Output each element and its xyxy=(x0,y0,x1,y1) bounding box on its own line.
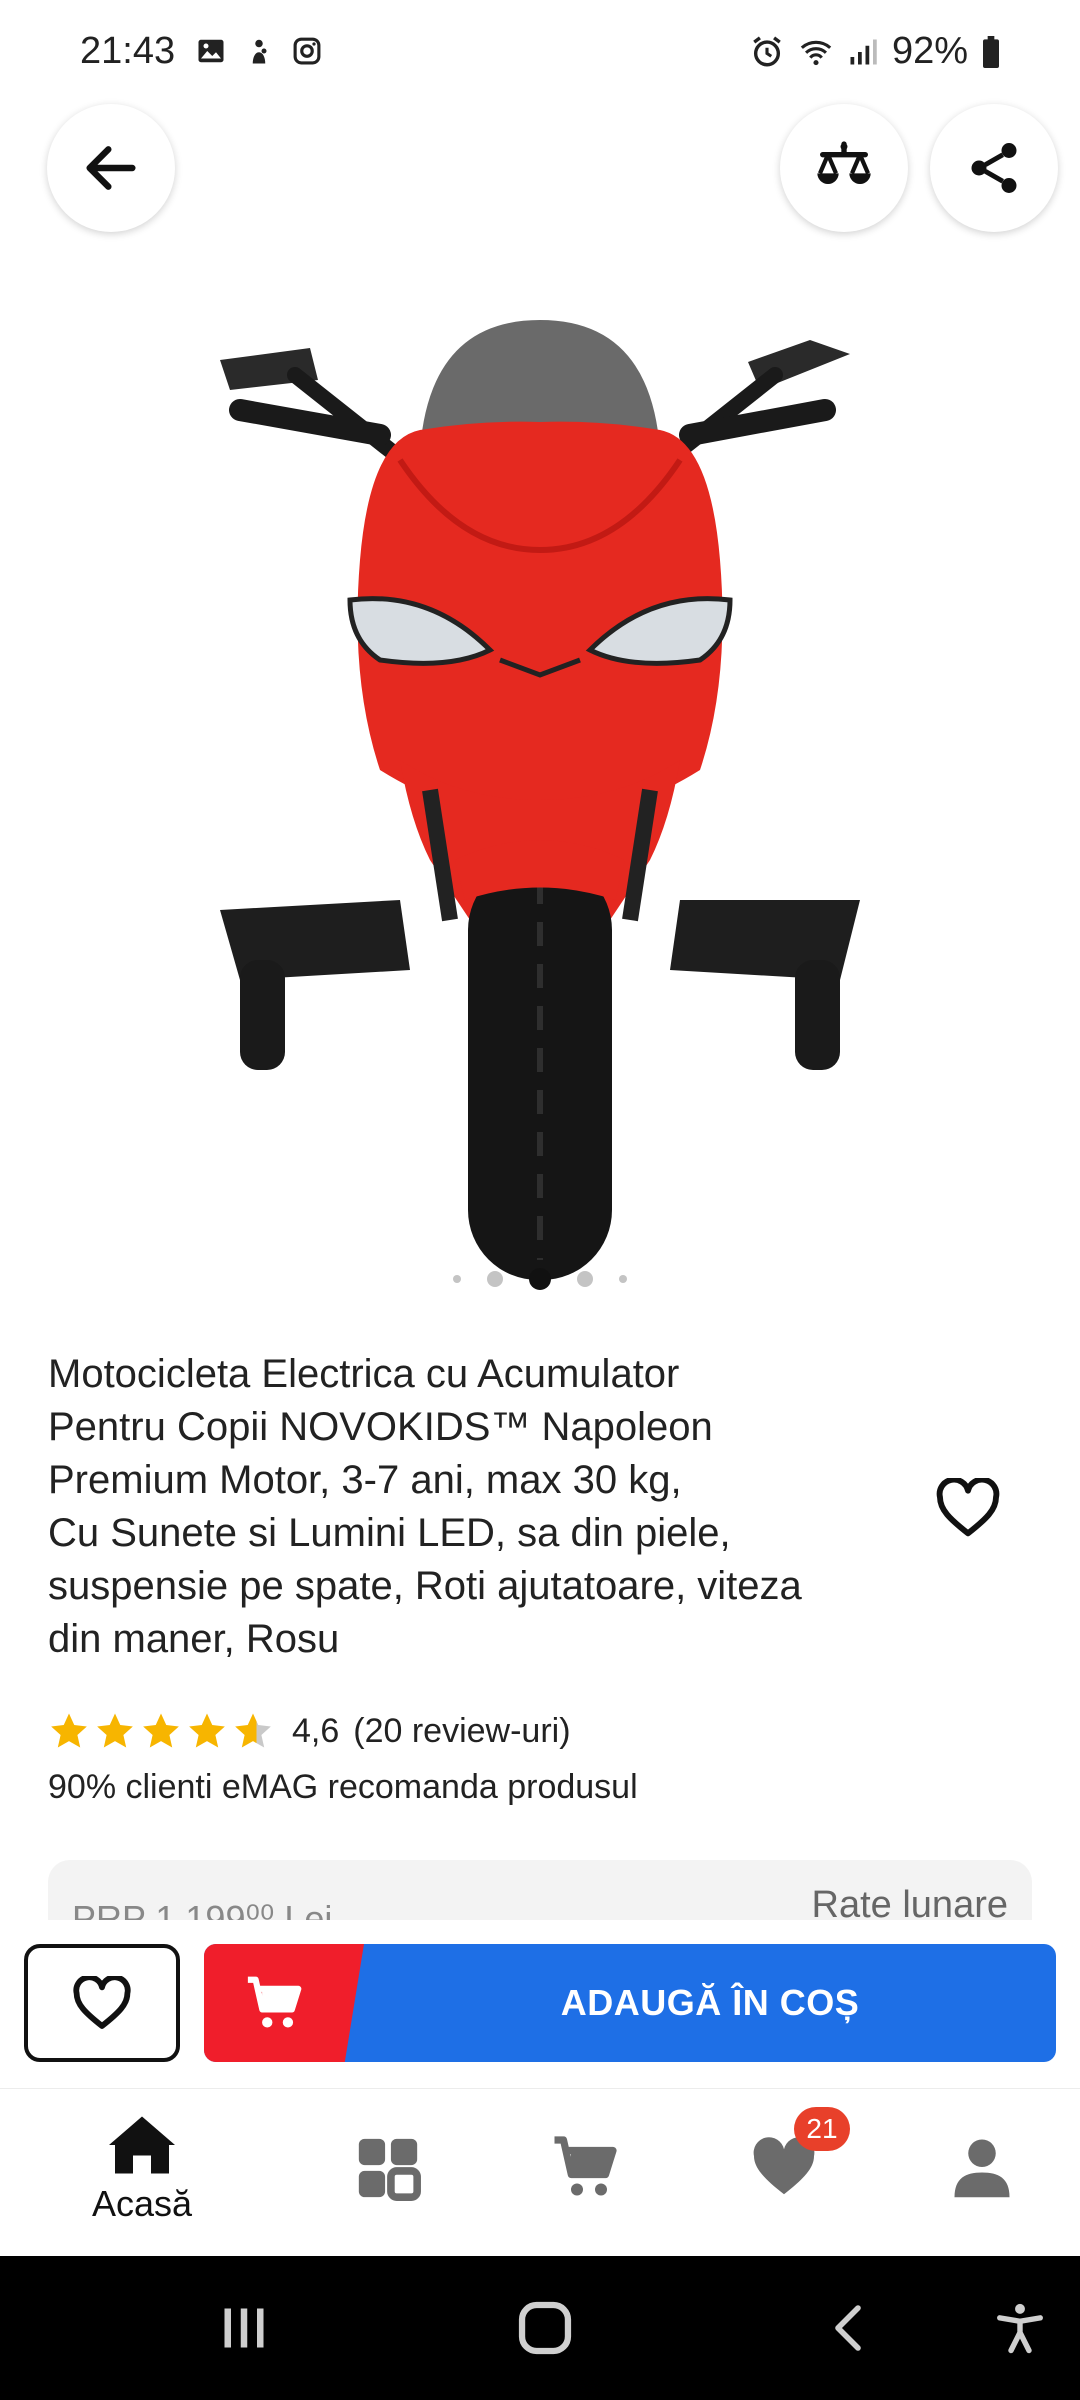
chevron-left-icon xyxy=(835,2305,861,2351)
star-partial-icon xyxy=(235,1713,271,1748)
rating-count[interactable]: (20 review-uri) xyxy=(353,1712,570,1751)
product-title-line: Cu Sunete si Lumini LED, sa din piele, xyxy=(48,1511,731,1555)
motorcycle-image xyxy=(220,320,860,1280)
product-title-line: Premium Motor, 3-7 ani, max 30 kg, xyxy=(48,1458,682,1502)
add-to-cart-label: ADAUGĂ ÎN COȘ xyxy=(560,1982,860,2023)
back-button[interactable] xyxy=(47,104,175,232)
home-square-icon xyxy=(518,2301,572,2355)
cart-icon xyxy=(554,2136,617,2196)
battery-icon xyxy=(983,35,999,68)
carousel-dot[interactable] xyxy=(577,1271,593,1287)
scale-compare-icon xyxy=(817,141,871,184)
gallery-icon xyxy=(198,39,224,63)
add-to-cart-button[interactable]: ADAUGĂ ÎN COȘ xyxy=(204,1944,1056,2062)
carousel-dot[interactable] xyxy=(487,1271,503,1287)
favorite-toggle-button[interactable] xyxy=(930,1470,1006,1546)
recommend-text: 90% clienti eMAG recomanda produsul xyxy=(48,1768,638,1806)
add-to-favorites-button[interactable] xyxy=(24,1944,180,2062)
home-icon xyxy=(109,2116,175,2174)
instagram-icon xyxy=(293,37,321,65)
signal-icon xyxy=(850,39,877,64)
monthly-rates-label[interactable]: Rate lunare xyxy=(812,1884,1008,1920)
status-time: 21:43 xyxy=(80,30,176,72)
star-full-icon xyxy=(143,1713,179,1748)
status-right-icons: 92% xyxy=(750,30,1000,73)
star-full-icon xyxy=(51,1713,87,1748)
notification-icon xyxy=(252,39,267,64)
share-button[interactable] xyxy=(930,104,1058,232)
star-full-icon xyxy=(189,1713,225,1748)
account-icon xyxy=(954,2139,1010,2198)
nav-home-label: Acasă xyxy=(91,2183,193,2224)
product-title: Motocicleta Electrica cu Acumulator Pent… xyxy=(48,1348,908,1666)
bottom-nav: Acasă 21 xyxy=(0,2088,1080,2256)
carousel-dots xyxy=(0,1268,1080,1290)
carousel-dot[interactable] xyxy=(619,1275,627,1283)
nav-home[interactable]: Acasă xyxy=(62,2113,222,2243)
product-title-line: Pentru Copii NOVOKIDS™ Napoleon xyxy=(48,1405,713,1449)
compare-button[interactable] xyxy=(780,104,908,232)
status-left-icons xyxy=(196,36,322,66)
price-card: PRP 1.199⁰⁰ Lei Rate lunare xyxy=(48,1860,1032,1920)
nav-cart[interactable] xyxy=(506,2113,666,2243)
carousel-dot[interactable] xyxy=(453,1275,461,1283)
nav-favorites[interactable]: 21 xyxy=(704,2107,864,2243)
product-title-line: suspensie pe spate, Roti ajutatoare, vit… xyxy=(48,1564,802,1608)
product-image[interactable] xyxy=(200,300,880,1280)
nav-categories[interactable] xyxy=(308,2113,468,2243)
cart-icon-area xyxy=(204,1944,364,2062)
categories-icon xyxy=(358,2138,421,2201)
status-bar: 21:43 92% xyxy=(0,0,1080,100)
product-title-line: din maner, Rosu xyxy=(48,1617,340,1661)
nav-account[interactable] xyxy=(902,2113,1062,2243)
alarm-icon xyxy=(753,35,781,66)
carousel-dot-active[interactable] xyxy=(529,1268,551,1290)
heart-outline-icon xyxy=(936,1478,1000,1537)
system-back-button[interactable] xyxy=(820,2296,880,2360)
share-icon xyxy=(971,143,1017,193)
battery-percent: 92% xyxy=(891,30,968,72)
heart-outline-icon xyxy=(73,1976,131,2029)
favorites-badge: 21 xyxy=(794,2107,850,2151)
price-peek: PRP 1.199⁰⁰ Lei xyxy=(72,1898,333,1920)
product-title-line: Motocicleta Electrica cu Acumulator xyxy=(48,1352,680,1396)
recent-apps-icon xyxy=(224,2308,264,2348)
accessibility-button[interactable] xyxy=(990,2296,1050,2360)
accessibility-icon xyxy=(997,2303,1043,2354)
action-bar: ADAUGĂ ÎN COȘ xyxy=(0,1920,1080,2088)
rating-value: 4,6 xyxy=(292,1711,340,1750)
arrow-left-icon xyxy=(86,146,136,190)
star-full-icon xyxy=(97,1713,133,1748)
rating-row[interactable]: 4,6 (20 review-uri) xyxy=(48,1710,571,1752)
system-nav-bar xyxy=(0,2256,1080,2400)
home-system-button[interactable] xyxy=(510,2296,580,2360)
cart-icon xyxy=(247,1976,302,2028)
wifi-icon xyxy=(800,40,832,65)
recent-apps-button[interactable] xyxy=(214,2296,274,2360)
